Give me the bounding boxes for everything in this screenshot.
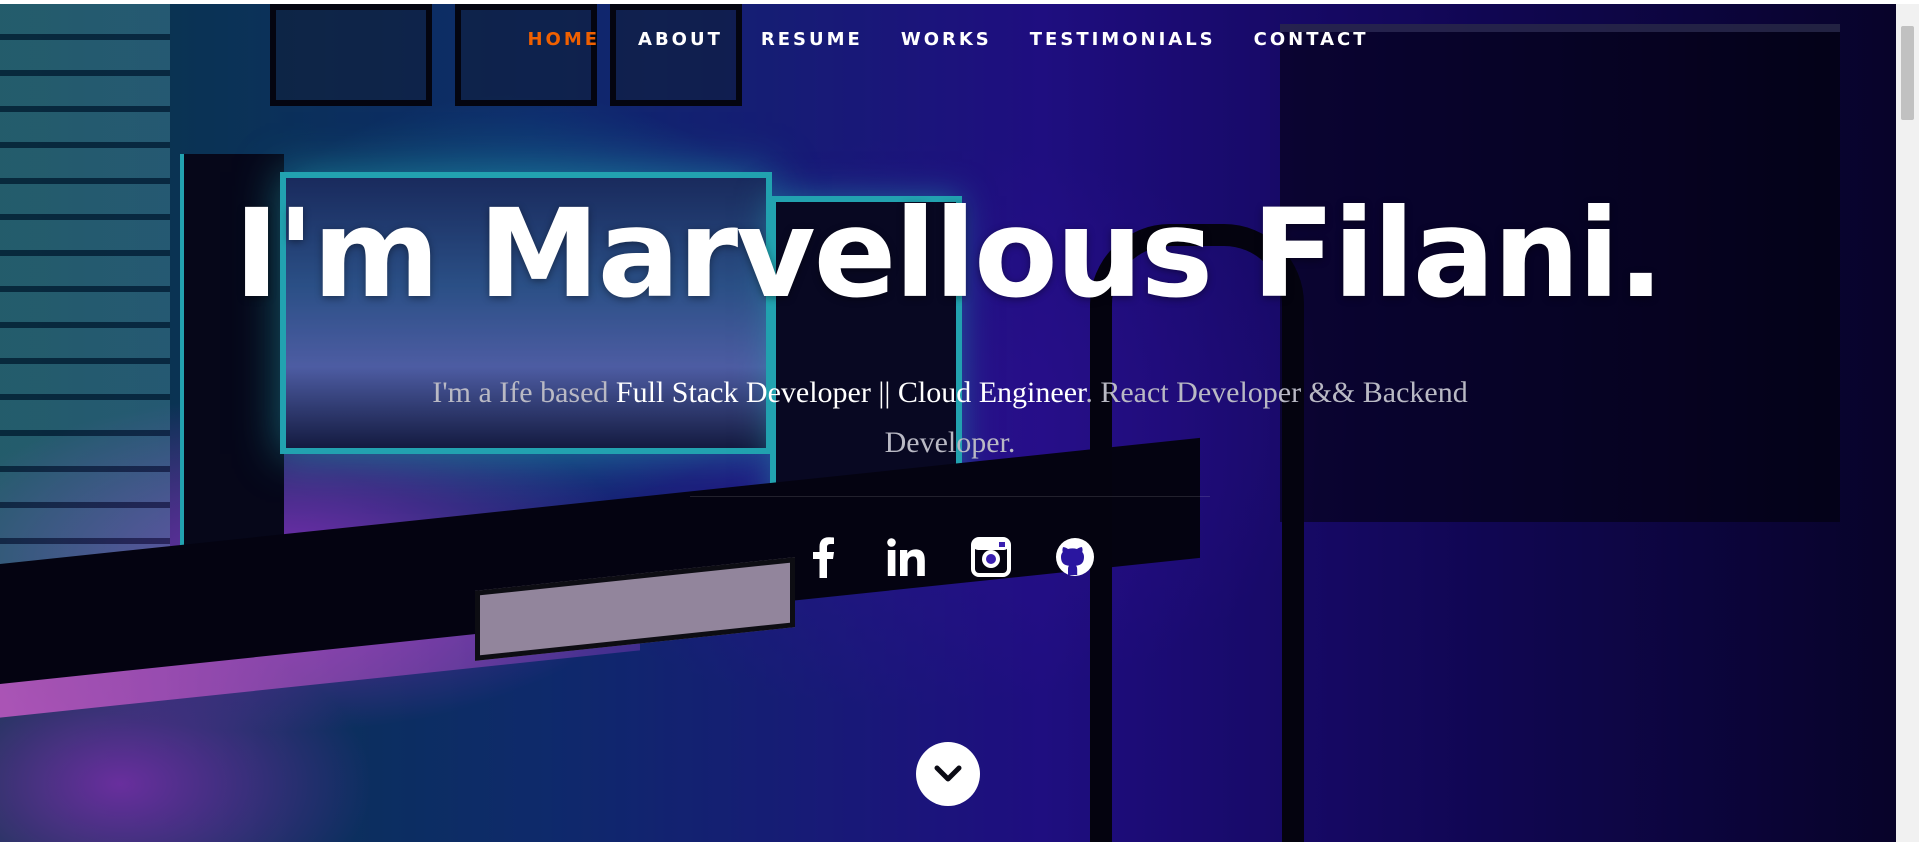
- github-link[interactable]: [1052, 534, 1098, 580]
- divider: [690, 496, 1210, 497]
- scroll-down-button[interactable]: [916, 742, 980, 806]
- nav-resume[interactable]: RESUME: [761, 26, 863, 54]
- linkedin-link[interactable]: [884, 534, 930, 580]
- facebook-icon: [813, 537, 834, 578]
- main-nav: HOME ABOUT RESUME WORKS TESTIMONIALS CON…: [0, 26, 1896, 54]
- facebook-link[interactable]: [800, 534, 846, 580]
- chevron-down-icon: [934, 765, 962, 782]
- github-icon: [1056, 538, 1094, 576]
- scrollbar-thumb[interactable]: [1901, 26, 1914, 120]
- page-scrollbar[interactable]: [1896, 4, 1919, 842]
- nav-contact[interactable]: CONTACT: [1254, 26, 1369, 54]
- linkedin-icon: [887, 538, 925, 576]
- hero-subtitle: I'm a Ife based Full Stack Developer || …: [410, 368, 1490, 468]
- social-links: [800, 534, 1098, 580]
- subtitle-highlight: Full Stack Developer || Cloud Engineer: [615, 376, 1086, 409]
- subtitle-text: I'm a Ife based: [432, 376, 616, 409]
- hero-headline: I'm Marvellous Filani.: [233, 183, 1664, 325]
- nav-home[interactable]: HOME: [527, 26, 600, 54]
- nav-about[interactable]: ABOUT: [638, 26, 723, 54]
- nav-testimonials[interactable]: TESTIMONIALS: [1030, 26, 1216, 54]
- instagram-link[interactable]: [968, 534, 1014, 580]
- nav-works[interactable]: WORKS: [901, 26, 992, 54]
- hero-section: HOME ABOUT RESUME WORKS TESTIMONIALS CON…: [0, 4, 1896, 842]
- instagram-icon: [971, 537, 1011, 577]
